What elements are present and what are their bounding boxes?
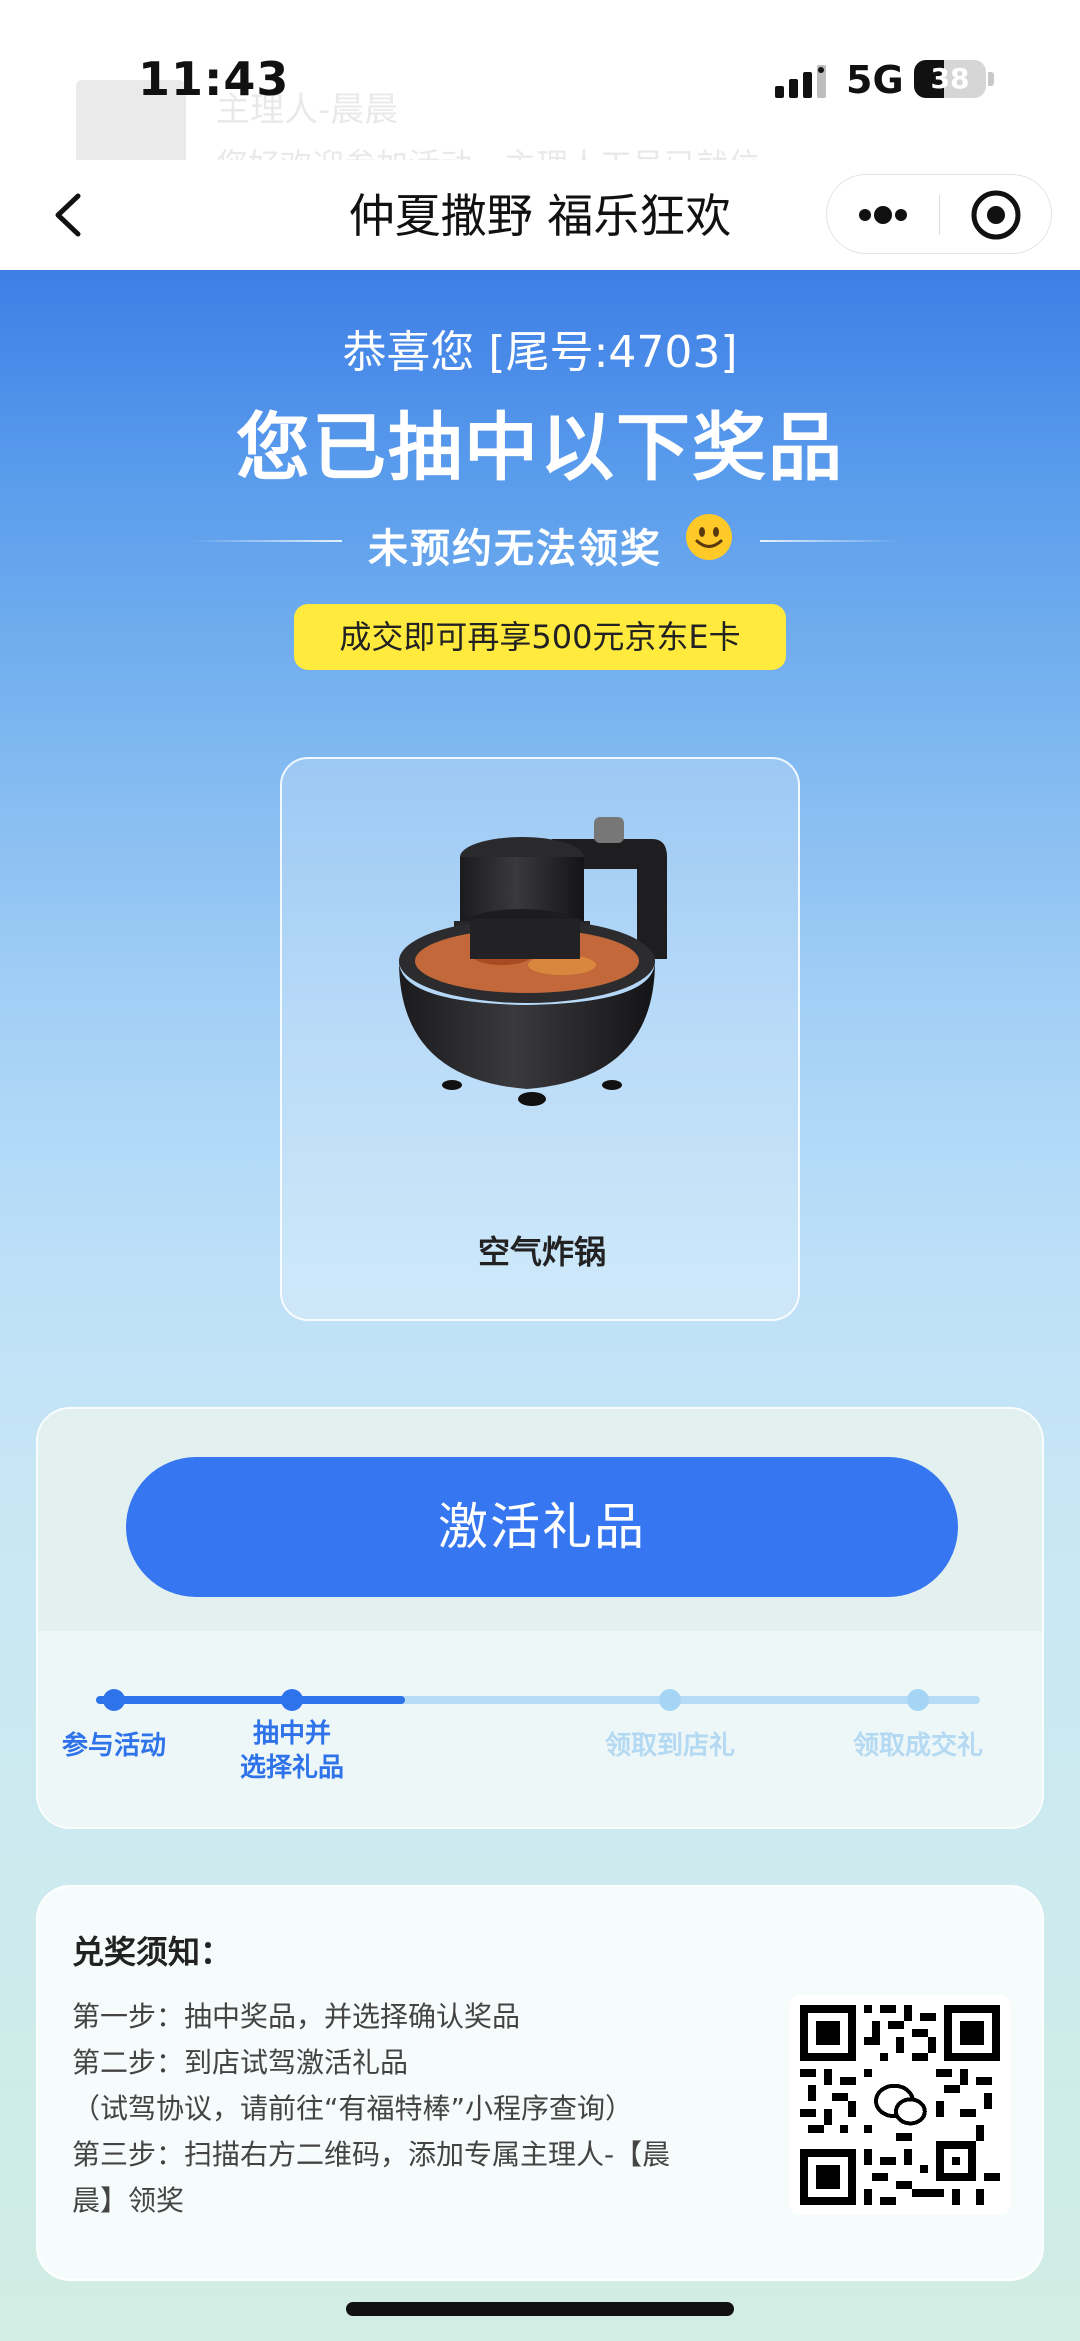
status-bar: 主理人-晨晨 您好欢迎参加活动，主理人工号已就位 11:43 5G 38 — [0, 0, 1080, 190]
step-1-text: 参与活动 — [61, 1731, 166, 1761]
redemption-rules: 兑奖须知： 第一步：抽中奖品，并选择确认奖品 第二步：到店试驾激活礼品 （试驾协… — [36, 1885, 1044, 2281]
step-label-3: 领取到店礼 — [580, 1729, 760, 1763]
step-dot-3 — [659, 1689, 681, 1711]
progress-fill — [96, 1696, 406, 1704]
battery-cap — [988, 72, 994, 86]
mini-program-capsule — [826, 174, 1052, 254]
battery-percent: 38 — [930, 62, 970, 95]
nav-bar: 仲夏撒野 福乐狂欢 — [0, 160, 1080, 270]
smiley-emoji-icon — [686, 514, 732, 560]
step-dot-1 — [103, 1689, 125, 1711]
prize-page: 恭喜您 [尾号:4703] 您已抽中以下奖品 未预约无法领奖 成交即可再享500… — [0, 270, 1080, 2341]
page-title: 仲夏撒野 福乐狂欢 — [348, 189, 732, 243]
rules-title: 兑奖须知： — [72, 1933, 233, 1971]
progress-steps: 参与活动 抽中并 选择礼品 领取到店礼 领取成交礼 — [38, 1631, 1042, 1827]
divider-right — [760, 540, 900, 542]
prize-card[interactable]: 空气炸锅 — [280, 757, 800, 1321]
step-4-text: 领取成交礼 — [852, 1731, 983, 1761]
network-type: 5G — [846, 58, 904, 102]
chevron-left-icon[interactable] — [40, 182, 106, 248]
status-time: 11:43 — [138, 52, 290, 106]
prize-name: 空气炸锅 — [477, 1233, 606, 1271]
step-dot-2 — [281, 1689, 303, 1711]
rule-line-1: 第一步：抽中奖品，并选择确认奖品 — [72, 2000, 521, 2033]
step-3-text: 领取到店礼 — [604, 1731, 735, 1761]
activation-panel: 激活礼品 参与活动 抽中并 选择礼品 领取到店礼 领取成交礼 — [36, 1407, 1044, 1829]
step-2-text-line2: 选择礼品 — [239, 1753, 344, 1783]
prize-headline: 您已抽中以下奖品 — [236, 405, 844, 491]
air-fryer-image — [399, 817, 667, 1106]
battery-icon: 38 — [914, 60, 986, 98]
step-2-text-line1: 抽中并 — [252, 1719, 331, 1749]
congrats-text: 恭喜您 [尾号:4703] — [342, 327, 738, 378]
more-dots-icon[interactable] — [827, 175, 939, 255]
target-circle-icon[interactable] — [940, 175, 1052, 255]
wechat-qr-code — [800, 2005, 1000, 2205]
notice-text: 未预约无法领奖 — [368, 526, 662, 572]
home-indicator[interactable] — [346, 2302, 734, 2316]
divider-left — [190, 540, 342, 542]
reservation-notice: 未预约无法领奖 — [0, 510, 1080, 572]
signal-icon — [775, 65, 826, 98]
rule-line-3: （试驾协议，请前往“有福特棒”小程序查询） — [72, 2092, 634, 2125]
step-label-1: 参与活动 — [38, 1729, 204, 1763]
step-dot-4 — [907, 1689, 929, 1711]
rule-line-5: 晨】领奖 — [72, 2184, 185, 2217]
rule-line-2: 第二步：到店试驾激活礼品 — [72, 2046, 409, 2079]
promo-badge: 成交即可再享500元京东E卡 — [294, 604, 786, 670]
rule-line-4: 第三步：扫描右方二维码，添加专属主理人-【晨 — [72, 2138, 671, 2171]
activate-gift-button[interactable]: 激活礼品 — [126, 1457, 958, 1597]
step-label-2: 抽中并 选择礼品 — [202, 1717, 382, 1785]
qr-code-box — [790, 1995, 1010, 2215]
step-label-4: 领取成交礼 — [828, 1729, 1008, 1763]
